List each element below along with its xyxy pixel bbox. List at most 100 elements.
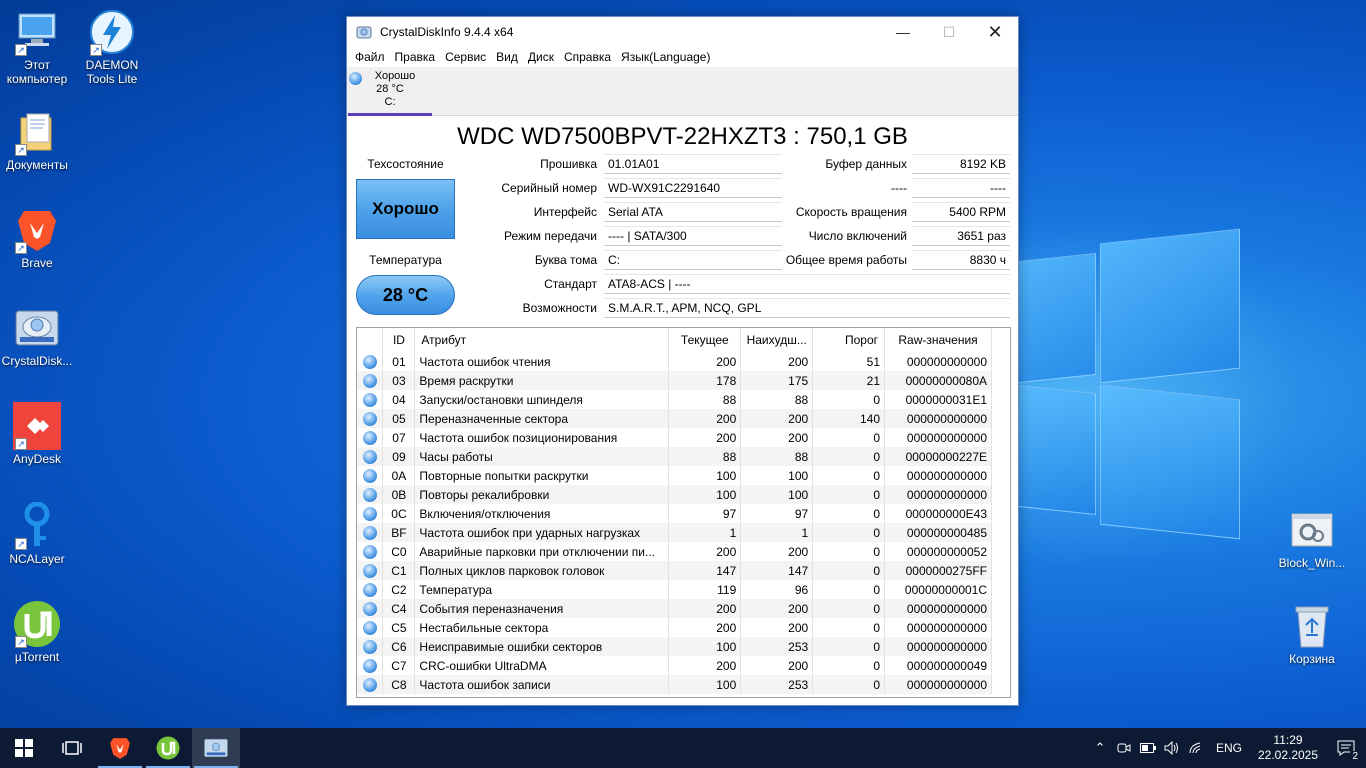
table-row[interactable]: BF Частота ошибок при ударных нагрузках 1 1… [357,523,992,542]
table-scrollbar[interactable] [992,328,1010,697]
menu-language[interactable]: Язык(Language) [617,50,714,64]
worst-cell: 97 [740,504,814,523]
column-header-threshold[interactable]: Порог [812,328,886,352]
temperature-label: Температура [369,253,442,267]
table-row[interactable]: 0C Включения/отключения 97 97 0 000000000E43 [357,504,992,523]
column-header-status[interactable] [357,328,384,352]
column-header-worst[interactable]: Наихудш... [740,328,814,352]
desktop-icon-block-win[interactable]: Block_Win... [1275,506,1349,570]
table-row[interactable]: 04 Запуски/остановки шпинделя 88 88 0 0000000… [357,390,992,409]
status-cell [357,485,384,504]
task-view-button[interactable] [48,728,96,768]
current-cell: 147 [668,561,742,580]
temperature-display[interactable]: 28 °C [356,275,455,315]
current-cell: 97 [668,504,742,523]
table-row[interactable]: 03 Время раскрутки 178 175 21 00000000080A [357,371,992,390]
desktop-icon-brave[interactable]: ↗ Brave [0,206,74,270]
raw-cell: 000000000000 [884,637,992,656]
column-header-attribute[interactable]: Атрибут [414,328,670,352]
table-row[interactable]: 07 Частота ошибок позиционирования 200 200 0… [357,428,992,447]
meet-now-icon[interactable] [1112,728,1136,768]
attribute-cell: Повторы рекалибровки [414,485,670,504]
table-row[interactable]: C0 Аварийные парковки при отключении пи..… [357,542,992,561]
maximize-button[interactable]: ☐ [926,17,972,47]
attribute-cell: Частота ошибок при ударных нагрузках [414,523,670,542]
table-row[interactable]: C8 Частота ошибок записи 100 253 0 0000000000… [357,675,992,694]
table-row[interactable]: 05 Переназначенные сектора 200 200 140 000000… [357,409,992,428]
table-row[interactable]: C6 Неисправимые ошибки секторов 100 253 0 000… [357,637,992,656]
taskbar-utorrent[interactable] [144,728,192,768]
table-row[interactable]: C1 Полных циклов парковок головок 147 147 0 0… [357,561,992,580]
worst-cell: 200 [740,618,814,637]
status-good-icon [362,544,377,559]
desktop-icon-recycle-bin[interactable]: Корзина [1275,602,1349,666]
smart-attributes-table[interactable]: ID Атрибут Текущее Наихудш... Порог Raw-… [356,327,1011,698]
disk-tab-temp: 28 °C [376,83,404,95]
wallpaper-pane [1100,384,1240,540]
table-row[interactable]: 09 Часы работы 88 88 0 00000000227E [357,447,992,466]
status-cell [357,352,384,371]
worst-cell: 100 [740,466,814,485]
worst-cell: 200 [740,542,814,561]
table-row[interactable]: 01 Частота ошибок чтения 200 200 51 000000000… [357,352,992,371]
desktop-icon-anydesk[interactable]: ↗ AnyDesk [0,402,74,466]
rotation-speed-label: Скорость вращения [795,205,907,219]
interface-label: Интерфейс [533,205,597,219]
desktop-icon-label: DAEMON Tools Lite [85,58,139,86]
table-header-row: ID Атрибут Текущее Наихудш... Порог Raw-… [357,328,992,352]
health-status-button[interactable]: Хорошо [356,179,455,239]
volume-icon[interactable] [1160,728,1184,768]
current-cell: 200 [668,618,742,637]
status-good-icon [349,72,362,85]
desktop-icon-crystaldisk[interactable]: CrystalDisk... [0,304,74,368]
notification-center-button[interactable]: 2 [1326,728,1366,768]
raw-cell: 00000000001C [884,580,992,599]
serial-label: Серийный номер [501,181,597,195]
chevron-up-icon[interactable]: ⌃ [1088,728,1112,768]
status-cell [357,675,384,694]
raw-cell: 000000000000 [884,428,992,447]
desktop-icon-daemon-tools[interactable]: ↗ DAEMON Tools Lite [75,8,149,86]
menu-service[interactable]: Сервис [441,50,490,64]
input-language-indicator[interactable]: ENG [1208,741,1250,755]
id-cell: 03 [382,371,416,390]
clock[interactable]: 11:29 22.02.2025 [1250,733,1326,763]
attribute-cell: Запуски/остановки шпинделя [414,390,670,409]
close-button[interactable]: ✕ [972,17,1018,47]
taskbar-brave[interactable] [96,728,144,768]
blank-label: ---- [891,181,907,195]
table-row[interactable]: C5 Нестабильные сектора 200 200 0 00000000000… [357,618,992,637]
menu-view[interactable]: Вид [492,50,522,64]
minimize-button[interactable]: — [880,17,926,47]
crystaldiskinfo-window: CrystalDiskInfo 9.4.4 x64 — ☐ ✕ Файл Пра… [346,16,1019,706]
desktop-icon-ncalayer[interactable]: ↗ NCALayer [0,502,74,566]
menu-edit[interactable]: Правка [391,50,440,64]
current-cell: 100 [668,637,742,656]
start-button[interactable] [0,728,48,768]
raw-cell: 000000000000 [884,466,992,485]
desktop-icon-documents[interactable]: ↗ Документы [0,108,74,172]
table-row[interactable]: C7 CRC-ошибки UltraDMA 200 200 0 000000000049 [357,656,992,675]
desktop-icon-utorrent[interactable]: ↗ µTorrent [0,600,74,664]
features-value: S.M.A.R.T., APM, NCQ, GPL [604,298,1010,318]
column-header-current[interactable]: Текущее [668,328,742,352]
menu-file[interactable]: Файл [351,50,389,64]
table-row[interactable]: 0A Повторные попытки раскрутки 100 100 0 0000… [357,466,992,485]
settings-file-icon [1288,506,1336,554]
interface-value: Serial ATA [604,202,782,222]
column-header-id[interactable]: ID [382,328,416,352]
desktop-icon-this-pc[interactable]: ↗ Этот компьютер [0,8,74,86]
battery-icon[interactable] [1136,728,1160,768]
table-row[interactable]: C4 События переназначения 200 200 0 000000000… [357,599,992,618]
network-icon[interactable] [1184,728,1208,768]
table-row[interactable]: C2 Температура 119 96 0 00000000001C [357,580,992,599]
attribute-cell: Температура [414,580,670,599]
menu-help[interactable]: Справка [560,50,615,64]
table-row[interactable]: 0B Повторы рекалибровки 100 100 0 00000000000… [357,485,992,504]
menu-disk[interactable]: Диск [524,50,558,64]
current-cell: 88 [668,447,742,466]
taskbar-crystaldisk[interactable] [192,728,240,768]
column-header-raw[interactable]: Raw-значения [884,328,992,352]
title-bar[interactable]: CrystalDiskInfo 9.4.4 x64 — ☐ ✕ [347,17,1018,47]
disk-tab-c[interactable]: Хорошо 28 °C C: [348,70,432,116]
